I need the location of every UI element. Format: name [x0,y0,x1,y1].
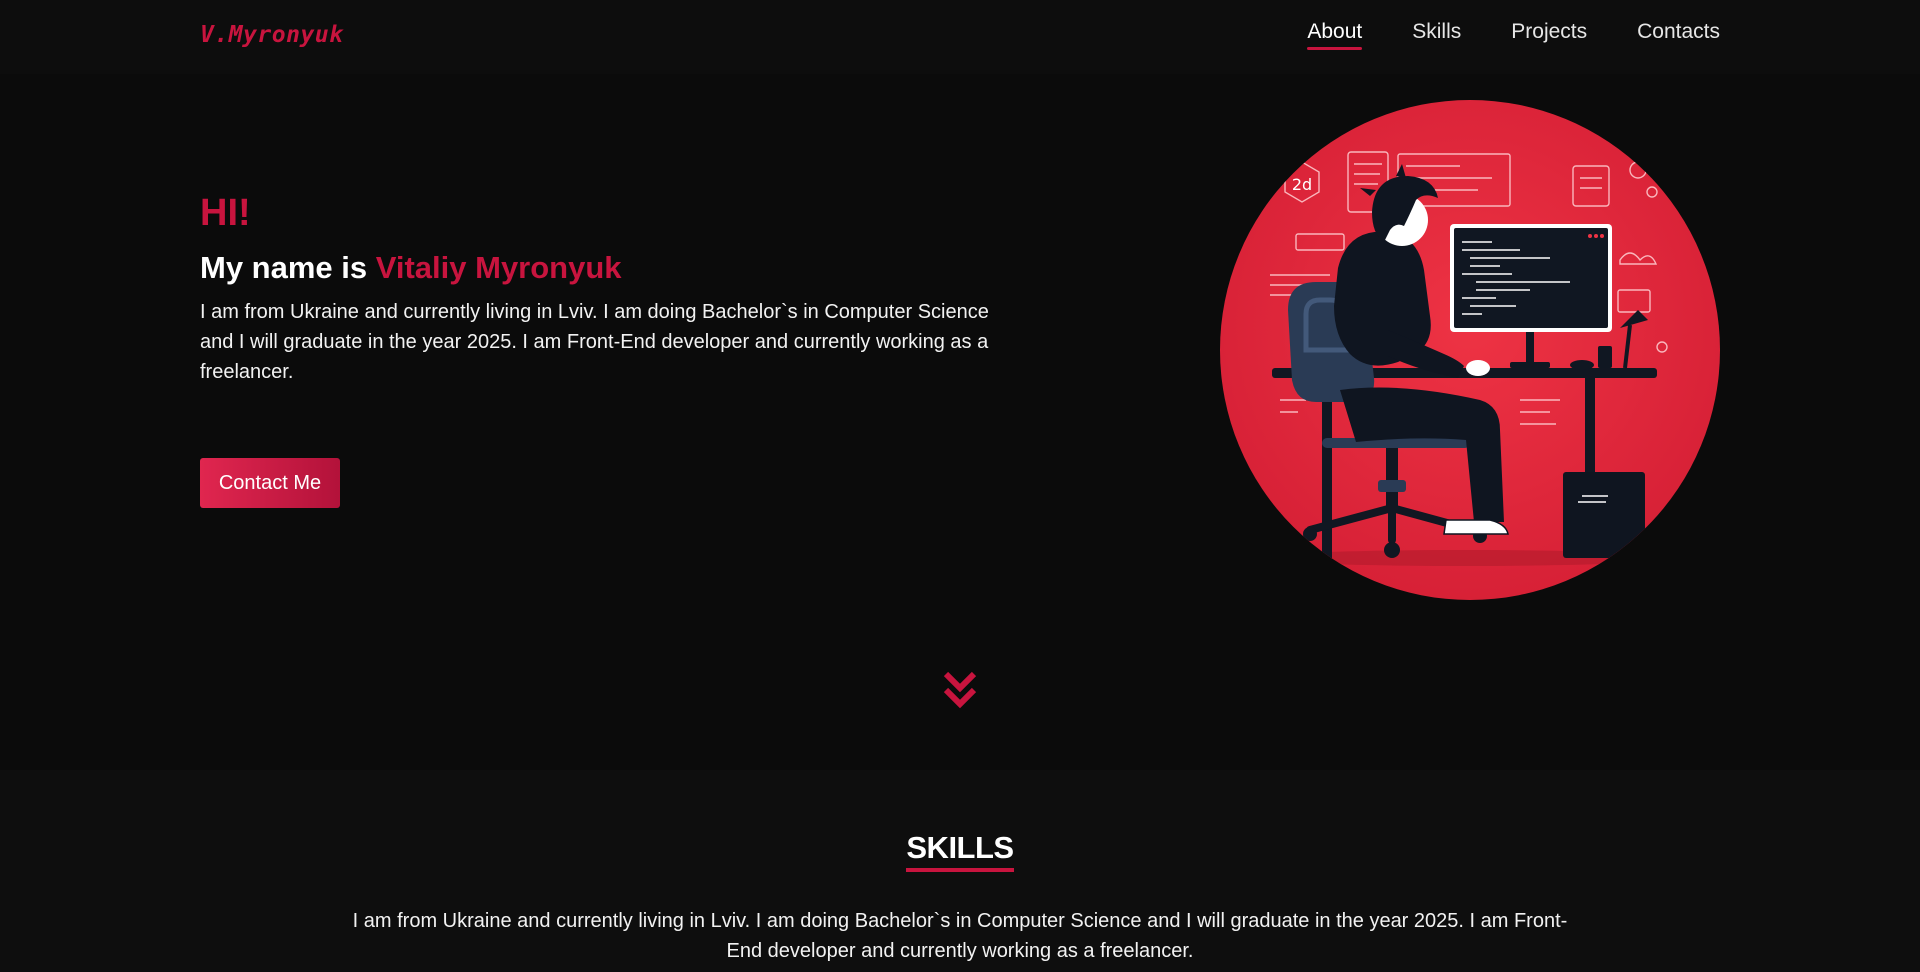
nav-item-about[interactable]: About [1307,20,1362,50]
hero-name-prefix: My name is [200,250,376,285]
hero-greeting: HI! [200,192,251,234]
illustration-2d-label: 2d [1292,175,1312,194]
main-nav: About Skills Projects Contacts [1307,20,1720,50]
skills-title: SKILLS [906,830,1014,872]
contact-me-button[interactable]: Contact Me [200,458,340,508]
nav-item-skills[interactable]: Skills [1412,20,1461,50]
skills-description: I am from Ukraine and currently living i… [352,910,1568,962]
skills-section: SKILLS I am from Ukraine and currently l… [0,770,1920,972]
developer-at-desk-image: 2d [1220,100,1720,600]
hero-description: I am from Ukraine and currently living i… [200,301,989,383]
nav-item-projects[interactable]: Projects [1511,20,1587,50]
nav-item-contacts[interactable]: Contacts [1637,20,1720,50]
developer-illustration: 2d [1220,100,1720,600]
site-header: V.Myronyuk About Skills Projects Contact… [0,0,1920,74]
scroll-down-icon[interactable] [942,668,978,712]
hero-heading: My name is Vitaliy Myronyuk [200,250,622,286]
hero-name: Vitaliy Myronyuk [375,250,622,285]
skills-heading: SKILLS [0,830,1920,872]
logo[interactable]: V.Myronyuk [200,22,343,48]
